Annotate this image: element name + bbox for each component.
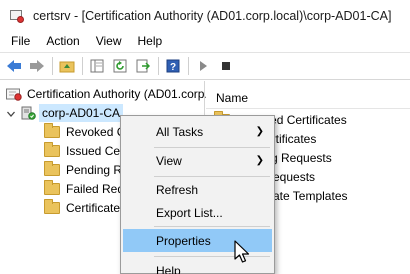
tree-folder-label: Revoked C bbox=[66, 125, 126, 139]
menu-file[interactable]: File bbox=[3, 31, 38, 52]
menu-bar: File Action View Help bbox=[0, 31, 410, 52]
up-folder-icon[interactable] bbox=[56, 55, 78, 77]
refresh-icon[interactable] bbox=[109, 55, 131, 77]
toolbar: ? bbox=[0, 52, 410, 80]
menu-item-export-list[interactable]: Export List... bbox=[123, 201, 272, 224]
stop-service-icon[interactable] bbox=[215, 55, 237, 77]
column-header-label: Name bbox=[216, 91, 249, 105]
help-icon[interactable]: ? bbox=[162, 55, 184, 77]
menu-separator bbox=[154, 256, 270, 257]
toolbar-separator bbox=[82, 57, 83, 75]
menu-item-label: Properties bbox=[156, 233, 211, 248]
tree-root-node[interactable]: Certification Authority (AD01.corp.local… bbox=[6, 84, 236, 104]
ca-server-icon bbox=[20, 106, 36, 120]
show-hide-tree-icon[interactable] bbox=[86, 55, 108, 77]
forward-icon[interactable] bbox=[26, 55, 48, 77]
menu-item-all-tasks[interactable]: All Tasks ❯ bbox=[123, 120, 272, 143]
toolbar-separator bbox=[52, 57, 53, 75]
mouse-cursor-icon bbox=[234, 240, 252, 266]
menu-item-refresh[interactable]: Refresh bbox=[123, 178, 272, 201]
folder-icon bbox=[44, 161, 60, 176]
tree-ca-node[interactable]: corp-AD01-CA bbox=[6, 103, 124, 123]
chevron-down-icon[interactable] bbox=[6, 108, 16, 118]
title-bar: certsrv - [Certification Authority (AD01… bbox=[0, 0, 410, 31]
start-service-icon[interactable] bbox=[192, 55, 214, 77]
toolbar-separator bbox=[158, 57, 159, 75]
export-icon[interactable] bbox=[132, 55, 154, 77]
folder-icon bbox=[44, 180, 60, 195]
menu-separator bbox=[154, 226, 270, 227]
menu-separator bbox=[154, 176, 270, 177]
tree-folder-revoked[interactable]: Revoked C bbox=[44, 122, 125, 142]
folder-icon bbox=[44, 142, 60, 157]
list-item-label: g Requests bbox=[271, 150, 332, 165]
back-icon[interactable] bbox=[3, 55, 25, 77]
menu-item-label: All Tasks bbox=[156, 124, 204, 139]
certificate-authority-icon bbox=[6, 87, 22, 101]
folder-icon bbox=[44, 199, 60, 214]
menu-item-label: Export List... bbox=[156, 205, 223, 220]
menu-action[interactable]: Action bbox=[38, 31, 87, 52]
menu-item-view[interactable]: View ❯ bbox=[123, 149, 272, 172]
svg-text:?: ? bbox=[170, 62, 176, 73]
menu-view[interactable]: View bbox=[88, 31, 130, 52]
folder-icon bbox=[44, 123, 60, 138]
tree-folder-pending[interactable]: Pending Re bbox=[44, 160, 129, 180]
list-item[interactable]: equests bbox=[273, 167, 315, 186]
menu-item-label: Refresh bbox=[156, 182, 199, 197]
chevron-right-icon: ❯ bbox=[255, 155, 264, 166]
column-header-name[interactable]: Name bbox=[206, 87, 410, 109]
tree-folder-templates[interactable]: Certificate bbox=[44, 198, 120, 218]
menu-item-label: Help bbox=[156, 263, 181, 274]
tree-folder-failed[interactable]: Failed Requ bbox=[44, 179, 131, 199]
menu-help[interactable]: Help bbox=[130, 31, 171, 52]
toolbar-separator bbox=[188, 57, 189, 75]
window-title: certsrv - [Certification Authority (AD01… bbox=[33, 8, 392, 23]
tree-ca-label: corp-AD01-CA bbox=[39, 104, 124, 122]
certificate-authority-app-icon bbox=[9, 8, 25, 24]
list-item[interactable]: g Requests bbox=[271, 148, 332, 167]
list-item-label: ate Templates bbox=[273, 188, 348, 203]
menu-item-label: View bbox=[156, 153, 182, 168]
menu-separator bbox=[154, 147, 270, 148]
list-item[interactable]: ate Templates bbox=[273, 186, 348, 205]
tree-root-label: Certification Authority (AD01.corp.local… bbox=[27, 87, 237, 101]
tree-folder-label: Certificate bbox=[66, 201, 121, 215]
tree-folder-issued[interactable]: Issued Certi bbox=[44, 141, 130, 161]
list-item-label: equests bbox=[273, 169, 316, 184]
chevron-right-icon: ❯ bbox=[255, 126, 264, 137]
